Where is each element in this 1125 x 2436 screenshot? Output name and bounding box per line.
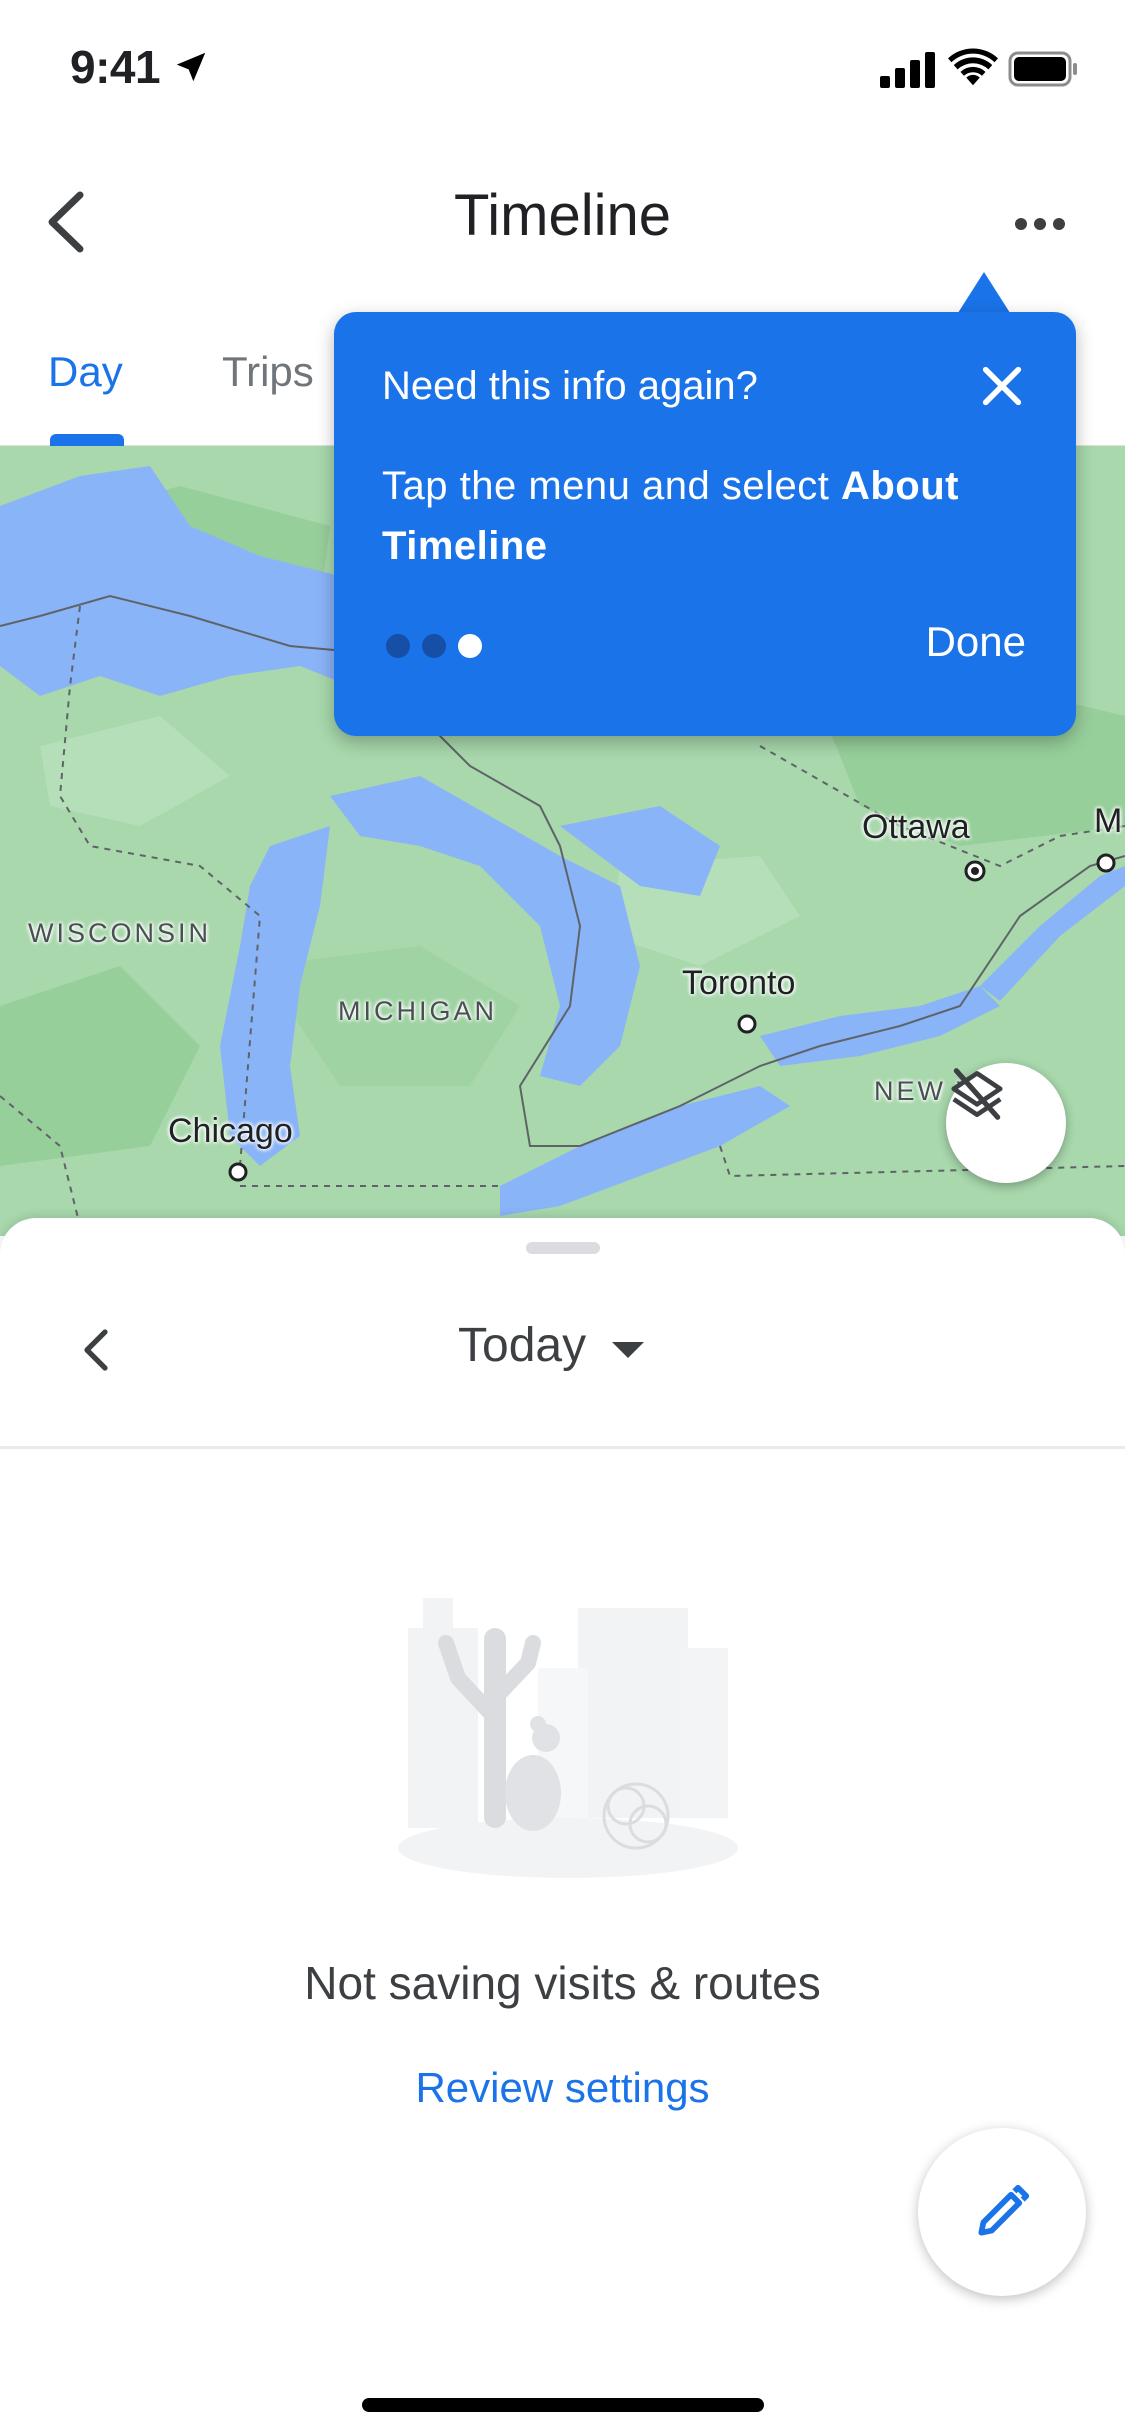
battery-icon xyxy=(1008,51,1077,87)
previous-day-button[interactable] xyxy=(74,1318,118,1382)
caret-down-icon[interactable] xyxy=(612,1342,644,1358)
tooltip-close-button[interactable] xyxy=(974,358,1030,414)
tooltip-done-button[interactable]: Done xyxy=(926,618,1026,666)
layers-off-icon xyxy=(951,1068,1003,1120)
more-horizontal-icon xyxy=(1015,218,1027,230)
pencil-icon xyxy=(978,2184,1030,2236)
pager-dot xyxy=(386,634,410,658)
pager-dot-current xyxy=(458,634,482,658)
tooltip-title: Need this info again? xyxy=(382,364,758,408)
sheet-grabber[interactable] xyxy=(526,1242,600,1254)
pager-dot xyxy=(422,634,446,658)
wifi-icon xyxy=(948,48,998,86)
status-time: 9:41 xyxy=(70,41,161,93)
status-bar: 9:41 xyxy=(0,0,1125,140)
location-arrow-icon xyxy=(176,52,206,82)
empty-state-title: Not saving visits & routes xyxy=(304,1957,821,2009)
desert-cactus-illustration xyxy=(398,1598,738,1878)
home-indicator[interactable] xyxy=(362,2398,764,2412)
review-settings-link[interactable]: Review settings xyxy=(0,2064,1125,2112)
more-dot xyxy=(1053,218,1065,230)
app-header: Timeline xyxy=(0,140,1125,290)
active-tab-indicator xyxy=(50,434,124,446)
map-label-edge: M xyxy=(1094,802,1123,840)
layers-toggle-button[interactable] xyxy=(946,1063,1066,1183)
map-label-wisconsin: WISCONSIN xyxy=(28,918,212,948)
map-label-ottawa: Ottawa xyxy=(862,808,970,846)
map-label-michigan: MICHIGAN xyxy=(338,996,497,1026)
page-title: Timeline xyxy=(453,183,672,248)
edit-fab-button[interactable] xyxy=(918,2128,1086,2296)
tab-day[interactable]: Day xyxy=(48,348,123,396)
day-bottom-sheet: Today Not saving visits & routes Review … xyxy=(0,1218,1125,2436)
tooltip-body-text: Tap the menu and select xyxy=(382,464,841,508)
date-selector[interactable]: Today xyxy=(458,1318,586,1373)
map-label-toronto: Toronto xyxy=(682,964,796,1002)
tooltip-body: Tap the menu and select About Timeline xyxy=(382,456,1032,576)
chevron-left-icon xyxy=(84,1329,108,1371)
tooltip-pager xyxy=(386,634,482,658)
sheet-divider xyxy=(0,1446,1125,1449)
about-timeline-tooltip: Need this info again? Tap the menu and s… xyxy=(334,312,1076,736)
more-options-button[interactable] xyxy=(1010,204,1070,244)
tab-trips[interactable]: Trips xyxy=(222,348,314,396)
close-icon xyxy=(982,366,1022,406)
cellular-signal-icon xyxy=(880,52,935,88)
more-dot xyxy=(1034,218,1046,230)
timeline-screen: 9:41 Timeline Day Trips Ottawa Toronto C… xyxy=(0,0,1125,2436)
tooltip-pointer xyxy=(956,272,1012,316)
map-label-chicago: Chicago xyxy=(168,1112,293,1150)
